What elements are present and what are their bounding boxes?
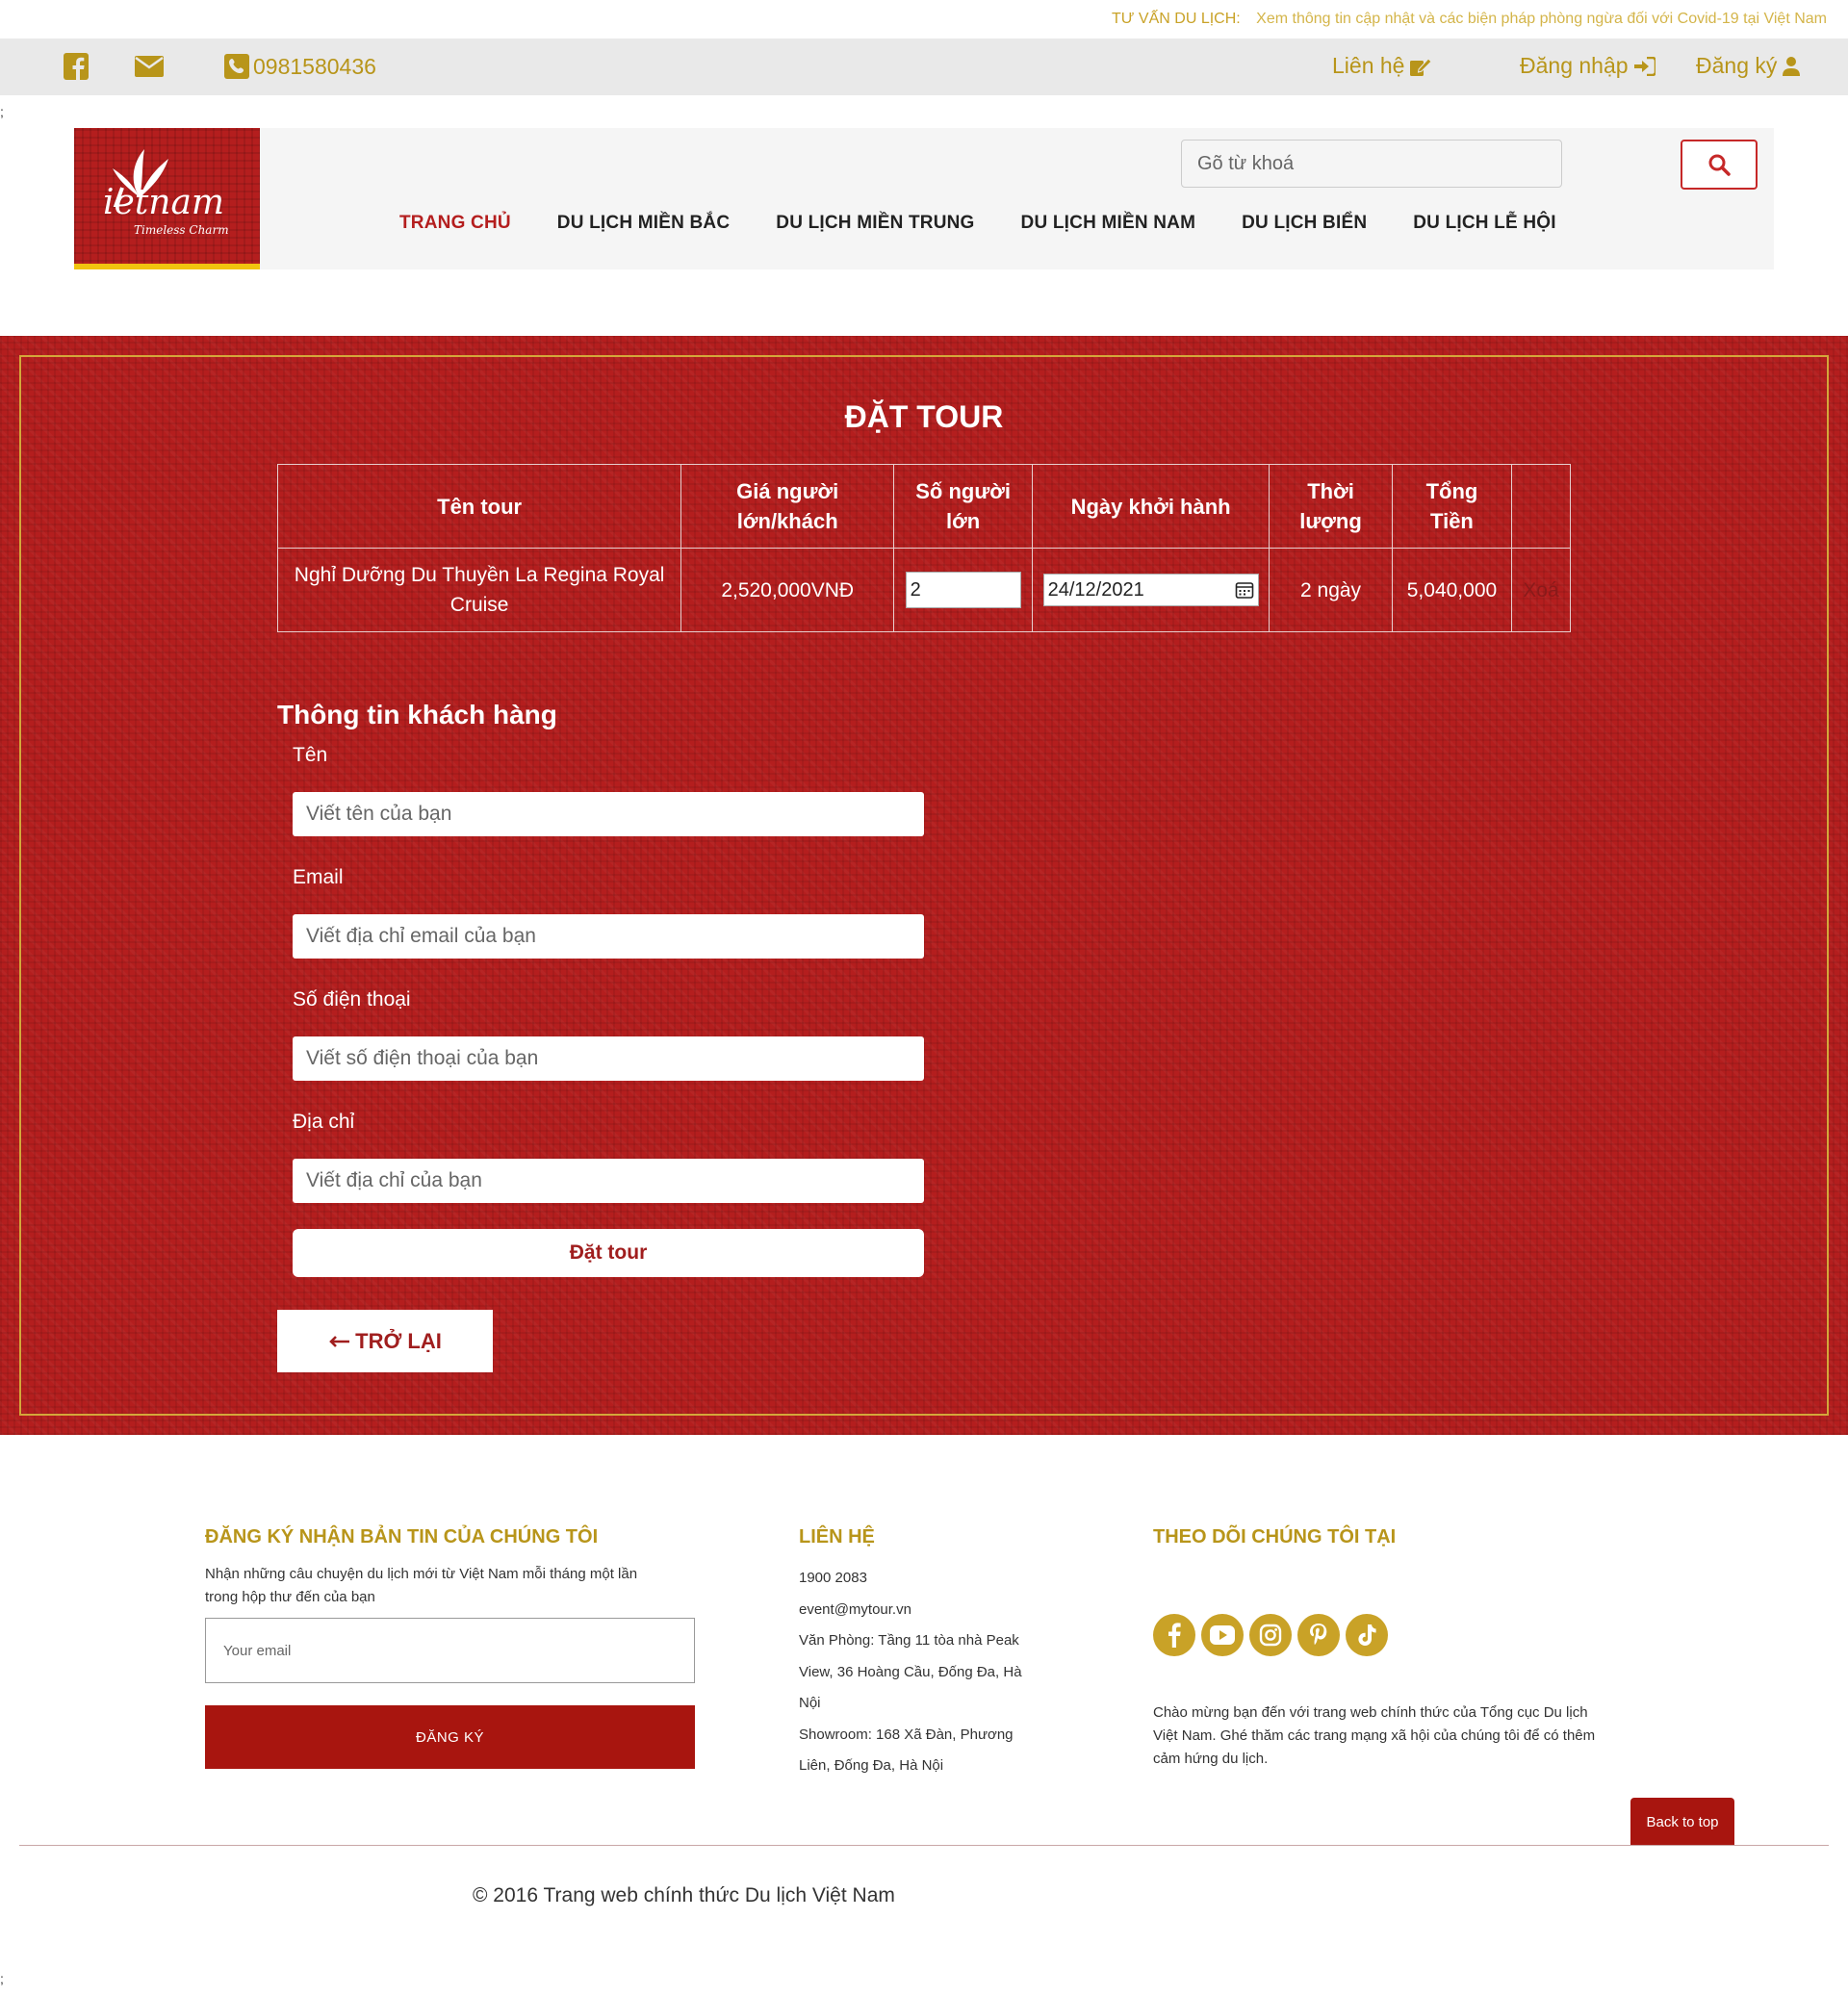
book-tour-button[interactable]: Đặt tour — [293, 1229, 924, 1277]
user-icon — [1783, 56, 1801, 76]
header-quantity: Số người lớn — [893, 464, 1034, 549]
page-title: ĐẶT TOUR — [844, 399, 1004, 434]
logo-subtitle: Timeless Charm — [134, 223, 229, 237]
header-price: Giá người lớn/khách — [680, 464, 895, 549]
calendar-icon[interactable] — [1235, 580, 1254, 600]
login-link-label: Đăng nhập — [1520, 53, 1629, 78]
follow-text-line-1: Chào mừng bạn đến với trang web chính th… — [1153, 1704, 1588, 1721]
newsletter-text: Nhận những câu chuyện du lịch mới từ Việ… — [205, 1563, 637, 1609]
newsletter-text-line-2: trong hộp thư đến của bạn — [205, 1589, 375, 1605]
contact-title: LIÊN HỆ — [799, 1526, 875, 1547]
phone-number: 0981580436 — [253, 53, 376, 79]
stray-text-bottom: ; — [0, 1971, 4, 1986]
register-link-label: Đăng ký — [1696, 53, 1778, 78]
contact-link-label: Liên hệ — [1332, 53, 1405, 78]
nav-festival[interactable]: DU LỊCH LỄ HỘI — [1413, 213, 1555, 234]
header-duration: Thời lượng — [1269, 464, 1393, 549]
name-field[interactable] — [293, 792, 924, 836]
back-button[interactable]: TRỞ LẠI — [277, 1310, 493, 1372]
stray-text-top: ; — [0, 104, 4, 119]
delete-link[interactable]: Xoá — [1523, 579, 1558, 601]
tour-name: Nghỉ Dưỡng Du Thuyền La Regina Royal Cru… — [276, 548, 682, 632]
copyright: © 2016 Trang web chính thức Du lịch Việt… — [473, 1884, 895, 1906]
follow-text-line-3: cảm hứng du lịch. — [1153, 1751, 1269, 1767]
contact-showroom-line-1: Showroom: 168 Xã Đàn, Phương — [799, 1726, 1014, 1743]
edit-icon — [1410, 57, 1432, 76]
table-header-row: Tên tour Giá người lớn/khách Số người lớ… — [276, 464, 1572, 549]
header-start-date: Ngày khởi hành — [1032, 464, 1270, 549]
back-to-top-button[interactable]: Back to top — [1630, 1798, 1734, 1846]
email-label: Email — [293, 866, 344, 888]
facebook-icon[interactable] — [64, 52, 89, 81]
header-tour-name: Tên tour — [276, 464, 682, 549]
phone-link[interactable]: 0981580436 — [224, 52, 376, 81]
table-row: Nghỉ Dưỡng Du Thuyền La Regina Royal Cru… — [276, 548, 1572, 632]
youtube-social-icon[interactable] — [1201, 1614, 1244, 1656]
contact-office-line-2: View, 36 Hoàng Cầu, Đống Đa, Hà — [799, 1664, 1022, 1680]
tiktok-social-icon[interactable] — [1346, 1614, 1388, 1656]
tour-duration: 2 ngày — [1269, 548, 1393, 632]
back-button-label: TRỞ LẠI — [355, 1328, 442, 1353]
phone-icon — [224, 54, 249, 79]
arrow-left-icon — [329, 1335, 350, 1347]
nav-north[interactable]: DU LỊCH MIỀN BẮC — [557, 213, 730, 234]
newsletter-subscribe-button[interactable]: ĐĂNG KÝ — [205, 1705, 695, 1769]
logo-text: ietnam — [103, 183, 225, 222]
search-button[interactable] — [1681, 140, 1758, 190]
search-input[interactable] — [1181, 140, 1562, 188]
footer-divider — [19, 1845, 1829, 1846]
quantity-cell — [893, 548, 1034, 632]
contact-office-line-1: Văn Phòng: Tầng 11 tòa nhà Peak — [799, 1632, 1019, 1649]
notice-label: TƯ VẤN DU LỊCH: — [1112, 11, 1241, 27]
nav-sea[interactable]: DU LỊCH BIỂN — [1242, 213, 1367, 234]
address-field[interactable] — [293, 1159, 924, 1203]
tour-price: 2,520,000VNĐ — [680, 548, 895, 632]
facebook-social-icon[interactable] — [1153, 1614, 1195, 1656]
follow-text-line-2: Việt Nam. Ghé thăm các trang mạng xã hội… — [1153, 1727, 1596, 1744]
tour-table: Tên tour Giá người lớn/khách Số người lớ… — [276, 464, 1572, 632]
nav-central[interactable]: DU LỊCH MIỀN TRUNG — [776, 213, 974, 234]
date-cell: 24/12/2021 — [1032, 548, 1270, 632]
contact-phone: 1900 2083 — [799, 1570, 867, 1586]
notice-link[interactable]: Xem thông tin cập nhật và các biện pháp … — [1256, 11, 1827, 27]
pinterest-social-icon[interactable] — [1297, 1614, 1340, 1656]
follow-title: THEO DÕI CHÚNG TÔI TẠI — [1153, 1526, 1397, 1547]
search-icon — [1708, 154, 1731, 176]
nav-home[interactable]: TRANG CHỦ — [399, 213, 511, 234]
instagram-social-icon[interactable] — [1249, 1614, 1292, 1656]
tour-total: 5,040,000 — [1391, 548, 1512, 632]
customer-info-title: Thông tin khách hàng — [277, 700, 557, 729]
name-label: Tên — [293, 744, 328, 766]
contact-showroom-line-2: Liên, Đống Đa, Hà Nội — [799, 1757, 944, 1774]
site-logo[interactable]: ietnam Timeless Charm — [74, 128, 260, 269]
register-link[interactable]: Đăng ký — [1696, 53, 1801, 79]
mail-icon[interactable] — [135, 52, 164, 81]
main-nav: TRANG CHỦ DU LỊCH MIỀN BẮC DU LỊCH MIỀN … — [399, 213, 1603, 234]
follow-text: Chào mừng bạn đến với trang web chính th… — [1153, 1701, 1595, 1771]
delete-cell: Xoá — [1510, 548, 1572, 632]
booking-section: ĐẶT TOUR Tên tour Giá người lớn/khách Số… — [0, 336, 1848, 1435]
sign-in-icon — [1633, 56, 1656, 76]
quantity-input[interactable] — [905, 572, 1021, 608]
phone-field[interactable] — [293, 1036, 924, 1081]
header-actions — [1510, 464, 1572, 549]
address-label: Địa chỉ — [293, 1111, 355, 1133]
site-header: ietnam Timeless Charm TRANG CHỦ DU LỊCH … — [74, 128, 1774, 269]
contact-office-line-3: Nội — [799, 1695, 821, 1711]
phone-label: Số điện thoại — [293, 988, 411, 1010]
contact-email: event@mytour.vn — [799, 1601, 911, 1618]
email-field[interactable] — [293, 914, 924, 959]
newsletter-title: ĐĂNG KÝ NHẬN BẢN TIN CỦA CHÚNG TÔI — [205, 1526, 599, 1547]
covid-notice: TƯ VẤN DU LỊCH: Xem thông tin cập nhật v… — [0, 0, 1848, 38]
header-total: Tổng Tiền — [1391, 464, 1512, 549]
date-value: 24/12/2021 — [1047, 578, 1144, 601]
contact-link[interactable]: Liên hệ — [1332, 53, 1432, 79]
utility-bar: 0981580436 Liên hệ Đăng nhập Đăng ký — [0, 38, 1848, 95]
newsletter-email-input[interactable] — [205, 1618, 695, 1683]
newsletter-text-line-1: Nhận những câu chuyện du lịch mới từ Việ… — [205, 1566, 638, 1582]
login-link[interactable]: Đăng nhập — [1520, 53, 1656, 79]
nav-south[interactable]: DU LỊCH MIỀN NAM — [1021, 213, 1196, 234]
date-picker[interactable]: 24/12/2021 — [1042, 574, 1259, 606]
